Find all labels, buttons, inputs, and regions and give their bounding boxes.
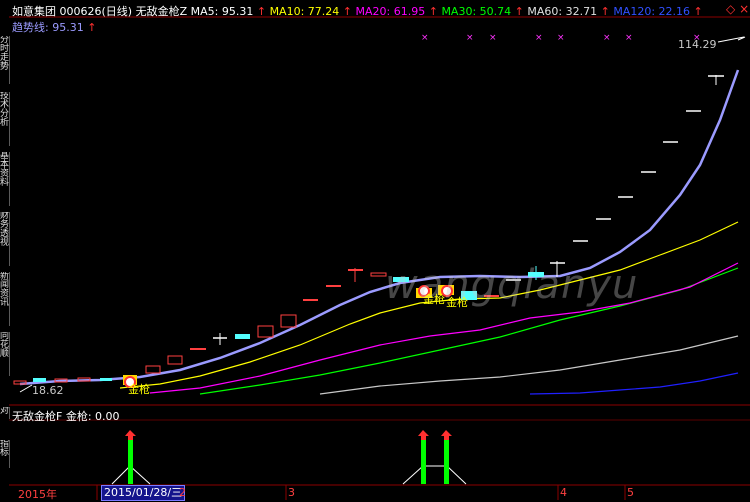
kline-chart[interactable]: × × × × × × × × (0, 0, 750, 500)
side-tab-7[interactable]: 对 (0, 407, 10, 419)
trend-line (19, 69, 740, 386)
signal-label-1: 金枪 (128, 383, 150, 396)
signal-label-3: 金枪 (446, 296, 468, 309)
ma30-label: MA30: 50.74 (441, 5, 512, 18)
side-tab-label: 指标 (0, 440, 10, 458)
date-tick-label: 4 (560, 486, 567, 499)
ma120-label: MA120: 22.16 (613, 5, 691, 18)
stock-name: 如意集团 (12, 5, 56, 18)
marker: × (535, 33, 543, 43)
marker: × (421, 33, 429, 43)
marker: × (603, 33, 611, 43)
up-arrow-icon (125, 430, 136, 440)
signal-bar (421, 438, 426, 484)
candle (33, 378, 46, 382)
up-arrow-icon (441, 430, 452, 440)
side-tab-label: 新闻资讯 (0, 272, 10, 308)
side-tab-label: 对 (0, 407, 10, 416)
candles (13, 75, 724, 385)
marker: × (489, 33, 497, 43)
ma5-arrow-icon: ↑ (256, 5, 267, 18)
up-arrow-icon (418, 430, 429, 440)
close-icon[interactable]: × (739, 2, 749, 16)
marker: × (625, 33, 633, 43)
ma60-label: MA60: 32.71 (527, 5, 598, 18)
ma10-label: MA10: 77.24 (269, 5, 340, 18)
side-tab-5[interactable]: 新闻资讯 (0, 272, 10, 326)
candle (145, 365, 161, 374)
trend-arrow-icon: ↑ (87, 21, 97, 34)
side-tab-2[interactable]: 技术分析 (0, 92, 10, 146)
ma20-label: MA20: 61.95 (355, 5, 426, 18)
subchart-value: 金枪: 0.00 (65, 410, 120, 423)
diamond-icon[interactable]: ◇ (726, 2, 735, 16)
candle (370, 272, 387, 277)
subchart-header: 无敌金枪F 金枪: 0.00 (12, 408, 120, 424)
signal-ramp (402, 465, 467, 485)
cursor-date: 2015/01/28/三 (101, 485, 186, 501)
subchart-title[interactable]: 无敌金枪F (12, 410, 62, 423)
date-tick-label: 3 (288, 486, 295, 499)
candle (257, 325, 274, 338)
marker: × (557, 33, 565, 43)
candle (280, 314, 297, 328)
low-pointer (19, 384, 33, 393)
signal-bar (444, 438, 449, 484)
side-tab-label: 财务透视 (0, 212, 10, 248)
trend-header: 趋势线: 95.31 ↑ (12, 19, 96, 35)
ma10-arrow-icon: ↑ (342, 5, 352, 18)
side-tab-6[interactable]: 同花顺 (0, 332, 10, 376)
marker: × (466, 33, 474, 43)
candle (235, 334, 250, 339)
date-tick-label: 2 (179, 486, 186, 499)
side-tab-4[interactable]: 财务透视 (0, 212, 10, 266)
window-controls: ◇ × (726, 2, 749, 16)
ma60-arrow-icon: ↑ (600, 5, 610, 18)
side-tab-8[interactable]: 指标 (0, 440, 10, 468)
indicator-name[interactable]: 无敌金枪Z (136, 5, 188, 18)
date-tick-label: 5 (627, 486, 634, 499)
side-tab-3[interactable]: 基本资料 (0, 152, 10, 206)
side-tab-label: 同花顺 (0, 332, 10, 359)
chart-header: 如意集团 000626(日线) 无敌金枪Z MA5: 95.31 ↑ MA10:… (12, 3, 703, 19)
signal-bar (128, 438, 133, 484)
low-price-label: 18.62 (32, 384, 64, 397)
ma30-arrow-icon: ↑ (514, 5, 524, 18)
ma120-arrow-icon: ↑ (693, 5, 703, 18)
side-tab-label: 基本资料 (0, 152, 10, 188)
signal-subchart (111, 430, 467, 485)
signal-label-2: 金枪 (423, 293, 445, 306)
candle (167, 355, 183, 365)
ma20-arrow-icon: ↑ (428, 5, 438, 18)
trend-label: 趋势线: 95.31 (12, 21, 84, 34)
top-markers: × × × × × × × × (421, 33, 701, 43)
candle (100, 378, 112, 381)
high-price-label: 114.29 (678, 38, 717, 51)
side-tab-label: 分时走势 (0, 36, 10, 72)
side-tab-label: 技术分析 (0, 92, 10, 128)
ma120-line (529, 372, 739, 395)
stock-code: 000626(日线) (59, 5, 133, 18)
ma5-label: MA5: 95.31 (190, 5, 254, 18)
side-tab-1[interactable]: 分时走势 (0, 36, 10, 84)
